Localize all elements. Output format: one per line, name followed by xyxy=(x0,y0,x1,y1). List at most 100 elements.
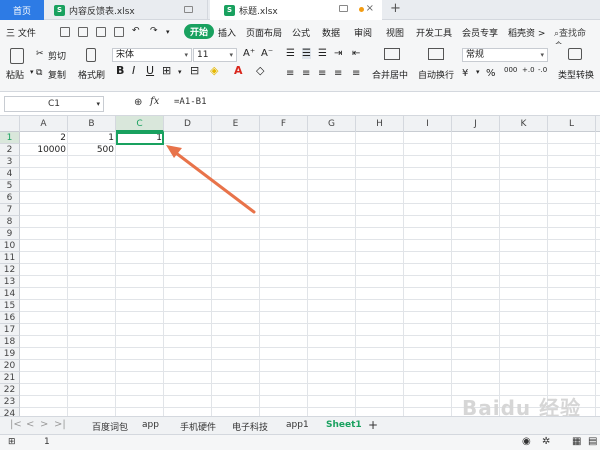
sheet-tab-5[interactable]: Sheet1 xyxy=(326,420,362,430)
row-header-2[interactable]: 2 xyxy=(0,144,20,156)
fx-icon[interactable]: fx xyxy=(150,96,159,107)
row-header-13[interactable]: 13 xyxy=(0,276,20,288)
first-sheet-icon[interactable]: |< xyxy=(10,419,22,430)
row-header-3[interactable]: 3 xyxy=(0,156,20,168)
column-header-a[interactable]: A xyxy=(20,116,68,132)
menu-insert[interactable]: 插入 xyxy=(218,26,236,39)
row-header-22[interactable]: 22 xyxy=(0,384,20,396)
sheet-tab-0[interactable]: 百度词包 xyxy=(92,420,128,433)
quick-print-icon[interactable] xyxy=(78,27,88,37)
cell-b1[interactable]: 1 xyxy=(68,132,116,144)
wrap-text-button[interactable]: 自动换行 xyxy=(418,68,454,81)
quick-save-icon[interactable] xyxy=(60,27,70,37)
row-header-24[interactable]: 24 xyxy=(0,408,20,416)
tab-home[interactable]: 首页 xyxy=(0,0,44,20)
menu-data[interactable]: 数据 xyxy=(322,26,340,39)
column-header-i[interactable]: I xyxy=(404,116,452,132)
row-header-20[interactable]: 20 xyxy=(0,360,20,372)
outdent-icon[interactable]: ⇤ xyxy=(352,48,360,59)
shrink-font-icon[interactable]: A⁻ xyxy=(261,48,273,59)
row-header-1[interactable]: 1 xyxy=(0,132,20,144)
percent-button[interactable]: % xyxy=(486,68,496,79)
chevron-down-icon[interactable]: ▾ xyxy=(166,28,170,36)
row-header-8[interactable]: 8 xyxy=(0,216,20,228)
row-header-14[interactable]: 14 xyxy=(0,288,20,300)
indent-icon[interactable]: ⇥ xyxy=(334,48,342,59)
align-top-icon[interactable]: ☰ xyxy=(286,48,295,59)
cell-a1[interactable]: 2 xyxy=(20,132,68,144)
paste-button[interactable]: 粘贴 xyxy=(6,68,24,81)
increase-decimal-icon[interactable]: +.0 xyxy=(522,66,535,74)
row-header-12[interactable]: 12 xyxy=(0,264,20,276)
border-icon[interactable]: ⊞ xyxy=(162,64,171,77)
chevron-down-icon[interactable]: ▾ xyxy=(476,68,480,76)
column-header-j[interactable]: J xyxy=(452,116,500,132)
row-header-21[interactable]: 21 xyxy=(0,372,20,384)
type-convert-icon[interactable] xyxy=(568,48,582,60)
cut-button[interactable]: 剪切 xyxy=(48,49,66,62)
menu-page-layout[interactable]: 页面布局 xyxy=(246,26,282,39)
cell-a2[interactable]: 10000 xyxy=(20,144,68,156)
chevron-down-icon[interactable]: ▾ xyxy=(178,68,182,76)
select-all-corner[interactable] xyxy=(0,116,20,132)
table-style-icon[interactable]: ⊟ xyxy=(190,64,199,77)
distribute-icon[interactable]: ≡ xyxy=(352,68,360,79)
column-header-e[interactable]: E xyxy=(212,116,260,132)
column-header-k[interactable]: K xyxy=(500,116,548,132)
clear-format-icon[interactable]: ◇ xyxy=(256,64,264,77)
row-header-16[interactable]: 16 xyxy=(0,312,20,324)
align-center-icon[interactable]: ≡ xyxy=(302,68,310,79)
column-header-b[interactable]: B xyxy=(68,116,116,132)
eye-protection-icon[interactable]: ◉ xyxy=(522,436,531,447)
page-layout-view-icon[interactable]: ▤ xyxy=(588,436,597,447)
align-right-icon[interactable]: ≡ xyxy=(318,68,326,79)
sheet-tab-2[interactable]: 手机硬件 xyxy=(180,420,216,433)
thousands-separator-icon[interactable]: 000 xyxy=(504,66,517,74)
menu-home[interactable]: 开始 xyxy=(184,24,214,39)
menu-formulas[interactable]: 公式 xyxy=(292,26,310,39)
align-bottom-icon[interactable]: ☰ xyxy=(318,48,327,59)
cell-b2[interactable]: 500 xyxy=(68,144,116,156)
copy-button[interactable]: 复制 xyxy=(48,68,66,81)
row-header-15[interactable]: 15 xyxy=(0,300,20,312)
bold-button[interactable]: B xyxy=(116,64,124,77)
align-middle-icon[interactable]: ☰ xyxy=(302,48,311,59)
format-painter-button[interactable]: 格式刷 xyxy=(78,68,105,81)
column-header-d[interactable]: D xyxy=(164,116,212,132)
tab-file-feedback[interactable]: S 内容反馈表.xlsx xyxy=(44,0,208,20)
zoom-search-icon[interactable]: ⊕ xyxy=(134,97,142,108)
currency-button[interactable]: ¥ xyxy=(462,68,468,79)
row-header-19[interactable]: 19 xyxy=(0,348,20,360)
align-left-icon[interactable]: ≡ xyxy=(286,68,294,79)
quick-export-icon[interactable] xyxy=(114,27,124,37)
column-header-h[interactable]: H xyxy=(356,116,404,132)
menu-docer[interactable]: 稻壳资 > xyxy=(508,26,545,39)
next-sheet-icon[interactable]: > xyxy=(40,419,48,430)
menu-developer[interactable]: 开发工具 xyxy=(416,26,452,39)
italic-button[interactable]: I xyxy=(132,64,135,77)
row-header-5[interactable]: 5 xyxy=(0,180,20,192)
row-header-17[interactable]: 17 xyxy=(0,324,20,336)
column-header-c[interactable]: C xyxy=(116,116,164,132)
font-color-icon[interactable]: A xyxy=(234,64,243,77)
row-header-9[interactable]: 9 xyxy=(0,228,20,240)
spreadsheet-grid[interactable]: ABCDEFGHIJKL 1 2 3 4 5 6 7 8 9 10 11 12 13 14 15 16 17 18… xyxy=(0,116,600,416)
merge-cells-icon[interactable] xyxy=(384,48,400,60)
brush-icon[interactable] xyxy=(86,48,96,62)
wrap-text-icon[interactable] xyxy=(428,48,444,60)
paste-icon[interactable] xyxy=(10,48,24,64)
last-sheet-icon[interactable]: >| xyxy=(54,419,66,430)
decrease-decimal-icon[interactable]: -.0 xyxy=(538,66,547,74)
row-header-18[interactable]: 18 xyxy=(0,336,20,348)
undo-icon[interactable]: ↶ xyxy=(132,26,140,36)
row-header-6[interactable]: 6 xyxy=(0,192,20,204)
add-tab-button[interactable]: + xyxy=(390,1,401,16)
sheet-tab-3[interactable]: 电子科技 xyxy=(232,420,268,433)
selected-cell-c1[interactable] xyxy=(116,132,164,145)
column-header-g[interactable]: G xyxy=(308,116,356,132)
grow-font-icon[interactable]: A⁺ xyxy=(243,48,255,59)
type-convert-button[interactable]: 类型转换 xyxy=(558,68,594,81)
menu-file[interactable]: 三 文件 xyxy=(6,26,36,39)
redo-icon[interactable]: ↷ xyxy=(150,26,158,36)
tab-file-title[interactable]: S 标题.xlsx × xyxy=(210,0,382,21)
